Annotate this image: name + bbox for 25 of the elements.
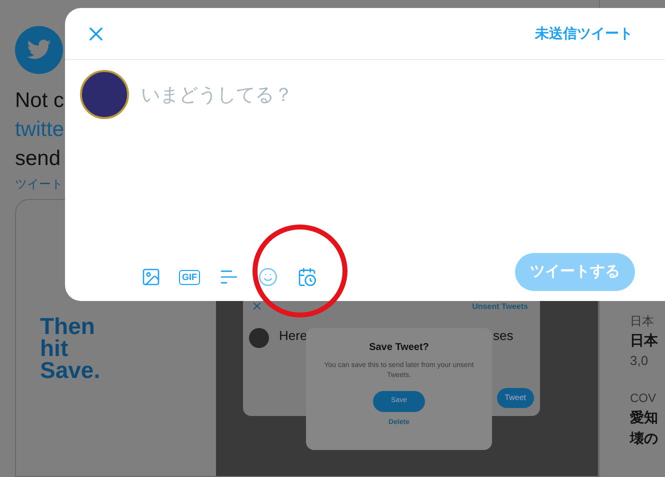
trend-count: 3,0 xyxy=(630,352,650,370)
tweet-button: Tweet xyxy=(496,388,534,408)
gif-icon[interactable]: GIF xyxy=(179,270,200,284)
card-heading: Then hit Save. xyxy=(40,315,100,381)
trend-title[interactable]: 日本 xyxy=(630,330,665,351)
avatar xyxy=(249,328,269,348)
avatar[interactable] xyxy=(80,70,129,119)
tweet-text: send xyxy=(15,146,61,172)
draft-text: Here xyxy=(279,327,308,345)
trend-category: 日本 xyxy=(630,313,655,330)
image-icon[interactable] xyxy=(140,267,160,287)
close-icon xyxy=(251,300,263,312)
draft-text: ses xyxy=(493,327,514,345)
tweet-caption: ツイート xyxy=(15,176,63,193)
dialog-title: Save Tweet? xyxy=(369,341,429,355)
unsent-tweets-link[interactable]: 未送信ツイート xyxy=(535,23,633,44)
calendar-clock-icon[interactable] xyxy=(296,267,316,287)
trend-category: COV xyxy=(630,390,658,406)
bird-logo[interactable] xyxy=(15,26,63,74)
trend-title[interactable]: 愛知 xyxy=(630,406,665,428)
tweet-text: Not c xyxy=(15,88,64,114)
smiley-icon[interactable] xyxy=(258,267,278,287)
tweet-input[interactable]: いまどうしてる？ xyxy=(141,82,541,110)
unsent-tweets-link: Unsent Tweets xyxy=(472,301,528,313)
trend-title[interactable]: 壊の xyxy=(630,428,665,448)
